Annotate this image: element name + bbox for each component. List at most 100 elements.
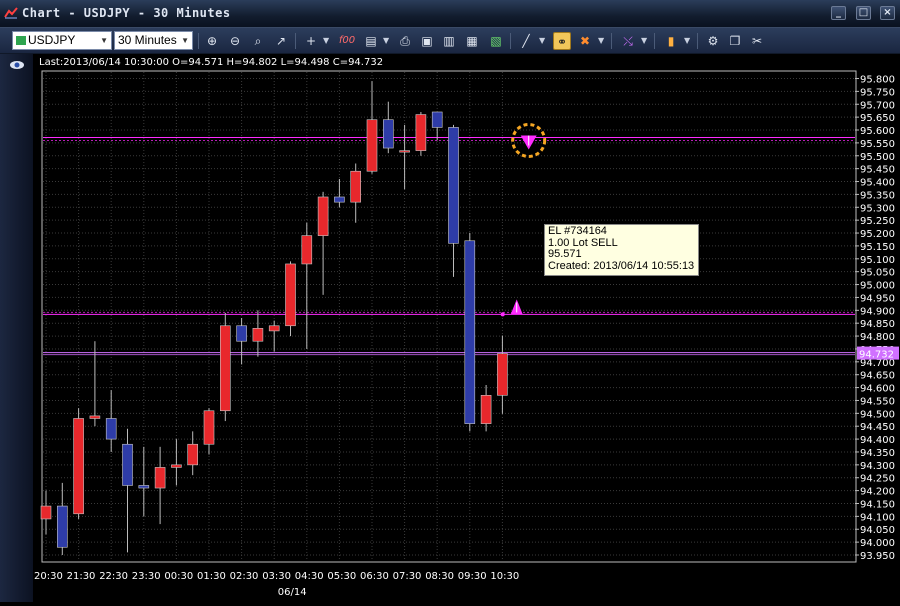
candle-body [431, 111, 443, 128]
candle-body [40, 505, 52, 520]
entry-point-dot [500, 312, 505, 317]
price-tick-label: 94.400 [860, 435, 895, 446]
chart-type-icon[interactable]: ▤ [362, 32, 380, 50]
candle-body [89, 415, 101, 419]
chevron-down-icon[interactable]: ▼ [539, 36, 545, 45]
cursor-icon[interactable]: ↗ [272, 32, 290, 50]
zoom-fit-icon[interactable]: ⌕ [249, 32, 267, 50]
tooltip-price: 95.571 [548, 248, 582, 260]
candle-body [448, 127, 459, 244]
price-tick-label: 94.550 [860, 396, 895, 407]
chart-area[interactable]: Last:2013/06/14 10:30:00 O=94.571 H=94.8… [33, 54, 900, 602]
price-tick-label: 95.800 [860, 75, 895, 86]
price-tick-label: 95.300 [860, 203, 895, 214]
symbol-flag-icon [16, 36, 26, 45]
price-tick-label: 94.350 [860, 448, 895, 459]
minimize-button[interactable]: _ [831, 6, 846, 20]
price-tick-label: 94.650 [860, 371, 895, 382]
chevron-down-icon[interactable]: ▼ [598, 36, 604, 45]
ohlc-status-line: Last:2013/06/14 10:30:00 O=94.571 H=94.8… [39, 57, 383, 68]
candle-body [301, 235, 313, 265]
time-tick-label: 10:30 [490, 571, 519, 582]
candle-body [382, 119, 394, 149]
price-axis: 95.80095.750 95.700 95.650 95.600 95.550 95.5… [855, 75, 899, 562]
time-tick-label: 06:30 [360, 571, 389, 582]
chevron-down-icon[interactable]: ▼ [323, 36, 329, 45]
properties-icon[interactable]: ▥ [440, 32, 458, 50]
indicators-icon[interactable]: f00 [338, 32, 356, 50]
price-tick-label: 95.500 [860, 152, 895, 163]
link-icon[interactable]: ⚭ [553, 32, 571, 50]
timeframe-value: 30 Minutes [118, 33, 177, 47]
eye-icon[interactable] [8, 58, 26, 72]
maximize-button[interactable]: □ [856, 6, 871, 20]
delete-tool-icon[interactable]: ✖ [576, 32, 594, 50]
time-tick-label: 23:30 [132, 571, 161, 582]
time-tick-label: 03:30 [262, 571, 291, 582]
price-tick-label: 95.250 [860, 216, 895, 227]
candle-body [464, 240, 476, 424]
candle-body [334, 196, 345, 203]
price-tick-label: 94.950 [860, 293, 895, 304]
image-export-icon[interactable]: ▧ [487, 32, 505, 50]
price-tick-label: 94.600 [860, 384, 895, 395]
trendline-icon[interactable]: ⤯ [619, 32, 637, 50]
copy-icon[interactable]: ❐ [726, 32, 744, 50]
app-icon [4, 7, 18, 19]
price-tick-label: 95.050 [860, 268, 895, 279]
chevron-down-icon[interactable]: ▼ [383, 36, 389, 45]
price-tick-label: 95.400 [860, 178, 895, 189]
candle-body [480, 395, 492, 424]
settings-icon[interactable]: ⚙ [704, 32, 722, 50]
price-tick-label: 95.700 [860, 100, 895, 111]
time-tick-label: 22:30 [99, 571, 128, 582]
candle-body [73, 418, 84, 515]
candle-body [105, 418, 117, 440]
tools-icon[interactable]: ✂ [748, 32, 766, 50]
close-button[interactable]: × [880, 6, 895, 20]
candle-body [252, 328, 264, 342]
current-price-label: 94.732 [859, 350, 894, 361]
time-tick-label: 09:30 [458, 571, 487, 582]
candle-body [154, 467, 166, 489]
symbol-select[interactable]: USDJPY ▼ [12, 31, 112, 50]
order-tooltip: EL #734164 1.00 Lot SELL 95.571 Created:… [544, 224, 699, 276]
price-tick-label: 94.500 [860, 409, 895, 420]
candle-body [138, 485, 150, 489]
price-tick-label: 94.900 [860, 306, 895, 317]
zoom-out-icon[interactable]: ⊖ [226, 32, 244, 50]
time-tick-label: 20:30 [34, 571, 63, 582]
tooltip-order-id: EL #734164 [548, 225, 607, 237]
crosshair-icon[interactable]: + [302, 32, 320, 50]
price-tick-label: 94.100 [860, 512, 895, 523]
price-tick-label: 94.300 [860, 461, 895, 472]
price-tick-label: 94.250 [860, 474, 895, 485]
window-title: Chart - USDJPY - 30 Minutes [22, 6, 231, 20]
chart-toolbar: USDJPY ▼ 30 Minutes ▼ ⊕ ⊖ ⌕ ↗ + ▼ f00 ▤ ▼ … [0, 28, 900, 54]
print-icon[interactable]: ⎙ [396, 32, 414, 50]
left-tool-strip [0, 54, 33, 602]
save-icon[interactable]: ▣ [418, 32, 436, 50]
price-tick-label: 95.650 [860, 113, 895, 124]
chevron-down-icon[interactable]: ▼ [684, 36, 690, 45]
export-icon[interactable]: ▦ [463, 32, 481, 50]
zoom-in-icon[interactable]: ⊕ [203, 32, 221, 50]
chevron-down-icon[interactable]: ▼ [641, 36, 647, 45]
time-tick-label: 05:30 [327, 571, 356, 582]
candle-body [203, 410, 215, 445]
price-tick-label: 95.550 [860, 139, 895, 150]
candle-body [236, 325, 247, 342]
chart-canvas[interactable]: Last:2013/06/14 10:30:00 O=94.571 H=94.8… [33, 54, 900, 602]
price-tick-label: 94.150 [860, 499, 895, 510]
candle-body [415, 114, 427, 151]
candle-body [350, 170, 362, 203]
timeframe-select[interactable]: 30 Minutes ▼ [114, 31, 193, 50]
price-tick-label: 95.600 [860, 126, 895, 137]
tooltip-created: Created: 2013/06/14 10:55:13 [548, 259, 695, 272]
price-tick-label: 94.800 [860, 332, 895, 343]
candle-body [220, 325, 231, 412]
line-tool-icon[interactable]: ╱ [517, 32, 535, 50]
candlestick-icon[interactable]: ▮ [662, 32, 680, 50]
candle-body [268, 325, 280, 332]
time-tick-label: 21:30 [67, 571, 96, 582]
